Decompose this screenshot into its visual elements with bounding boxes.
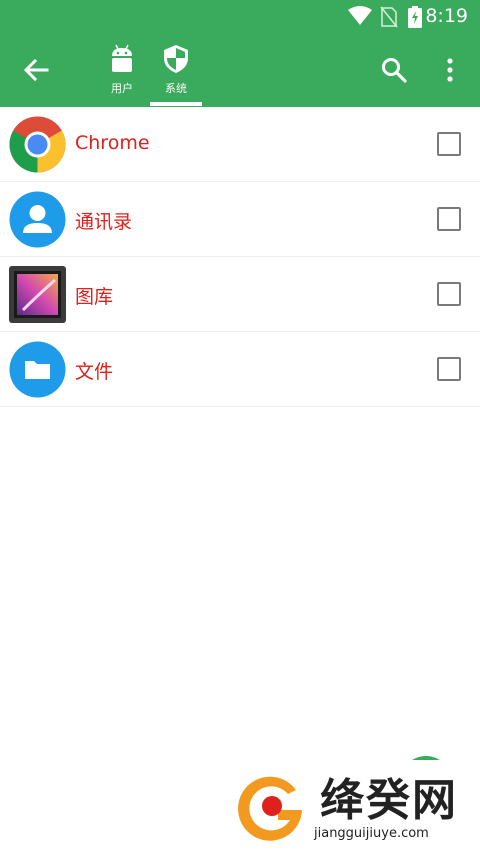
select-checkbox[interactable] [437,357,461,381]
toolbar: 用户 系统 [0,32,480,107]
search-icon [382,58,407,83]
chrome-icon [9,116,66,173]
more-vert-icon [447,58,453,82]
list-item-chrome[interactable]: Chrome [0,107,480,182]
select-checkbox[interactable] [437,282,461,306]
tab-user-label: 用户 [111,82,133,95]
wifi-icon [348,6,372,25]
tab-indicator [150,102,202,106]
status-bar: 8:19 [0,0,480,32]
android-icon [112,44,132,72]
contacts-icon [9,191,66,248]
list-item-files[interactable]: 文件 [0,332,480,407]
tab-user[interactable]: 用户 [95,44,149,104]
watermark-brand: 绛癸网 [320,775,458,826]
gallery-icon [9,266,66,323]
tab-system[interactable]: 系统 [149,44,203,104]
app-list: Chrome 通讯录 图库 文件 [0,107,480,407]
app-bar: 8:19 用户 系统 [0,0,480,107]
shield-icon [164,45,188,73]
select-checkbox[interactable] [437,207,461,231]
back-button[interactable] [16,50,56,90]
search-button[interactable] [376,52,412,88]
app-name: Chrome [75,132,150,154]
more-options-button[interactable] [436,52,464,88]
tab-system-label: 系统 [165,82,187,95]
status-time: 8:19 [425,5,468,27]
select-checkbox[interactable] [437,132,461,156]
list-item-gallery[interactable]: 图库 [0,257,480,332]
app-name: 文件 [75,361,114,383]
no-sim-icon [380,6,398,28]
watermark-logo [238,776,302,841]
app-name: 图库 [75,286,114,308]
arrow-back-icon [23,58,49,82]
app-name: 通讯录 [75,211,133,233]
watermark: 绛癸网 jiangguijiuye.com [230,760,480,853]
list-item-contacts[interactable]: 通讯录 [0,182,480,257]
battery-charging-icon [408,6,422,28]
watermark-url: jiangguijiuye.com [314,826,429,841]
files-icon [9,341,66,398]
